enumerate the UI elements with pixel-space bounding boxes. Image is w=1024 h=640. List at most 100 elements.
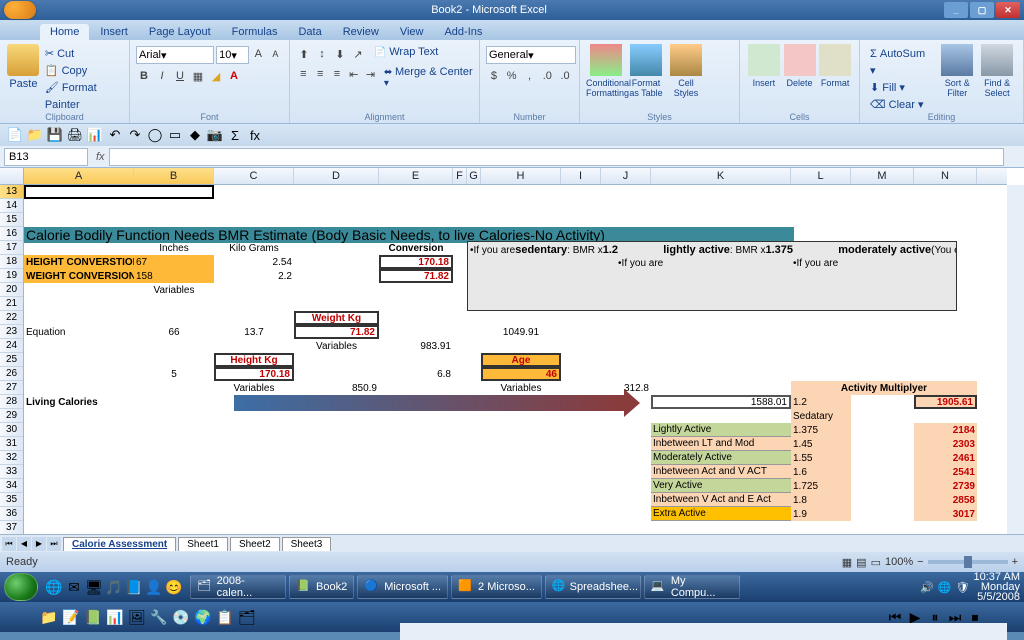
percent-icon[interactable]: %	[504, 68, 520, 84]
orientation-icon[interactable]: ↗	[350, 46, 366, 62]
name-box[interactable]: B13	[4, 148, 88, 166]
start-button[interactable]	[4, 573, 38, 601]
row-header-31[interactable]: 31	[0, 437, 23, 451]
ql-ie-icon[interactable]: 🌐	[45, 578, 63, 596]
align-bottom-icon[interactable]: ⬇	[332, 46, 348, 62]
col-header-E[interactable]: E	[379, 168, 453, 184]
ql-word-icon[interactable]: 📘	[125, 578, 143, 596]
align-left-icon[interactable]: ≡	[296, 66, 311, 82]
conditional-formatting-button[interactable]: Conditional Formatting	[586, 42, 626, 121]
ql2-icon[interactable]: 🗂	[238, 608, 256, 626]
col-header-J[interactable]: J	[601, 168, 651, 184]
align-center-icon[interactable]: ≡	[313, 66, 328, 82]
horizontal-scrollbar[interactable]	[400, 623, 1007, 640]
cell-styles-button[interactable]: Cell Styles	[666, 42, 706, 121]
row-header-25[interactable]: 25	[0, 353, 23, 367]
ql-yim-icon[interactable]: 😊	[165, 578, 183, 596]
insert-cells-button[interactable]: Insert	[746, 42, 782, 121]
row-headers[interactable]: 1314151617181920212223242526272829303132…	[0, 185, 24, 534]
qat-chart-icon[interactable]: 📊	[86, 126, 104, 144]
cut-button[interactable]: ✂ Cut	[45, 46, 123, 63]
zoom-out-button[interactable]: −	[917, 556, 923, 568]
qat-sigma-icon[interactable]: Σ	[226, 126, 244, 144]
col-header-D[interactable]: D	[294, 168, 379, 184]
tab-first-button[interactable]: ⏮	[2, 537, 16, 551]
cells-grid[interactable]: Calorie Bodily Function Needs BMR Estima…	[24, 185, 1007, 534]
qat-shapes3-icon[interactable]: ◆	[186, 126, 204, 144]
ql2-icon[interactable]: 📋	[216, 608, 234, 626]
tray-icon[interactable]: 🔊	[920, 581, 934, 594]
ql2-icon[interactable]: 📊	[106, 608, 124, 626]
fx-icon[interactable]: fx	[92, 151, 109, 163]
qat-new-icon[interactable]: 📄	[6, 126, 24, 144]
shrink-font-icon[interactable]: A	[268, 46, 283, 62]
age-val[interactable]: 46	[481, 367, 561, 381]
qat-open-icon[interactable]: 📁	[26, 126, 44, 144]
zoom-slider[interactable]	[928, 560, 1008, 564]
row-header-23[interactable]: 23	[0, 325, 23, 339]
row-header-37[interactable]: 37	[0, 521, 23, 534]
qat-fn-icon[interactable]: fx	[246, 126, 264, 144]
row-header-29[interactable]: 29	[0, 409, 23, 423]
find-select-button[interactable]: Find & Select	[977, 42, 1017, 121]
tray-icon[interactable]: 🌐	[938, 581, 952, 594]
sheet-tab[interactable]: Sheet2	[230, 537, 280, 551]
vertical-scrollbar[interactable]	[1007, 185, 1024, 534]
paste-button[interactable]: Paste	[6, 42, 41, 114]
ql2-icon[interactable]: 📗	[84, 608, 102, 626]
row-header-13[interactable]: 13	[0, 185, 23, 199]
tray-icon[interactable]: 🛡	[956, 581, 970, 594]
qat-shapes2-icon[interactable]: ▭	[166, 126, 184, 144]
ql2-icon[interactable]: 💿	[172, 608, 190, 626]
sheet-tab[interactable]: Sheet3	[282, 537, 332, 551]
row-header-34[interactable]: 34	[0, 479, 23, 493]
row-header-16[interactable]: 16	[0, 227, 23, 241]
number-format-select[interactable]: General ▾	[486, 46, 576, 64]
zoom-in-button[interactable]: +	[1012, 556, 1018, 568]
select-all-corner[interactable]	[0, 168, 24, 184]
increase-indent-icon[interactable]: ⇥	[363, 66, 378, 82]
row-header-32[interactable]: 32	[0, 451, 23, 465]
tab-review[interactable]: Review	[333, 24, 389, 40]
bold-button[interactable]: B	[136, 68, 152, 84]
increase-decimal-icon[interactable]: .0	[539, 68, 555, 84]
row-header-15[interactable]: 15	[0, 213, 23, 227]
qat-camera-icon[interactable]: 📷	[206, 126, 224, 144]
ql2-icon[interactable]: 🖼	[128, 608, 146, 626]
ql2-icon[interactable]: 🔧	[150, 608, 168, 626]
height-val[interactable]: 67	[134, 255, 214, 269]
font-family-select[interactable]: Arial ▾	[136, 46, 214, 64]
merge-center-button[interactable]: ⬌ Merge & Center ▾	[384, 66, 473, 89]
ql-media-icon[interactable]: 🎵	[105, 578, 123, 596]
zoom-level[interactable]: 100%	[885, 556, 913, 568]
align-right-icon[interactable]: ≡	[330, 66, 345, 82]
align-top-icon[interactable]: ⬆	[296, 46, 312, 62]
decrease-indent-icon[interactable]: ⇤	[346, 66, 361, 82]
row-header-30[interactable]: 30	[0, 423, 23, 437]
qat-redo-icon[interactable]: ↷	[126, 126, 144, 144]
selection[interactable]	[24, 185, 214, 199]
col-header-B[interactable]: B	[134, 168, 214, 184]
row-header-18[interactable]: 18	[0, 255, 23, 269]
row-header-26[interactable]: 26	[0, 367, 23, 381]
ql2-icon[interactable]: 📁	[40, 608, 58, 626]
row-header-14[interactable]: 14	[0, 199, 23, 213]
col-header-K[interactable]: K	[651, 168, 791, 184]
autosum-button[interactable]: Σ AutoSum ▾	[870, 46, 933, 80]
row-header-22[interactable]: 22	[0, 311, 23, 325]
delete-cells-button[interactable]: Delete	[782, 42, 818, 121]
currency-icon[interactable]: $	[486, 68, 502, 84]
ql-mail-icon[interactable]: ✉	[65, 578, 83, 596]
view-break-icon[interactable]: ▭	[871, 556, 881, 569]
qat-shapes-icon[interactable]: ◯	[146, 126, 164, 144]
col-header-C[interactable]: C	[214, 168, 294, 184]
row-header-33[interactable]: 33	[0, 465, 23, 479]
copy-button[interactable]: 📋 Copy	[45, 63, 123, 80]
underline-button[interactable]: U	[172, 68, 188, 84]
tab-prev-button[interactable]: ◀	[17, 537, 31, 551]
format-table-button[interactable]: Format as Table	[626, 42, 666, 121]
wrap-text-button[interactable]: 📄 Wrap Text	[374, 46, 438, 62]
font-color-button[interactable]: A	[226, 68, 242, 84]
taskbar-button[interactable]: 📗Book2	[289, 575, 354, 599]
row-header-36[interactable]: 36	[0, 507, 23, 521]
